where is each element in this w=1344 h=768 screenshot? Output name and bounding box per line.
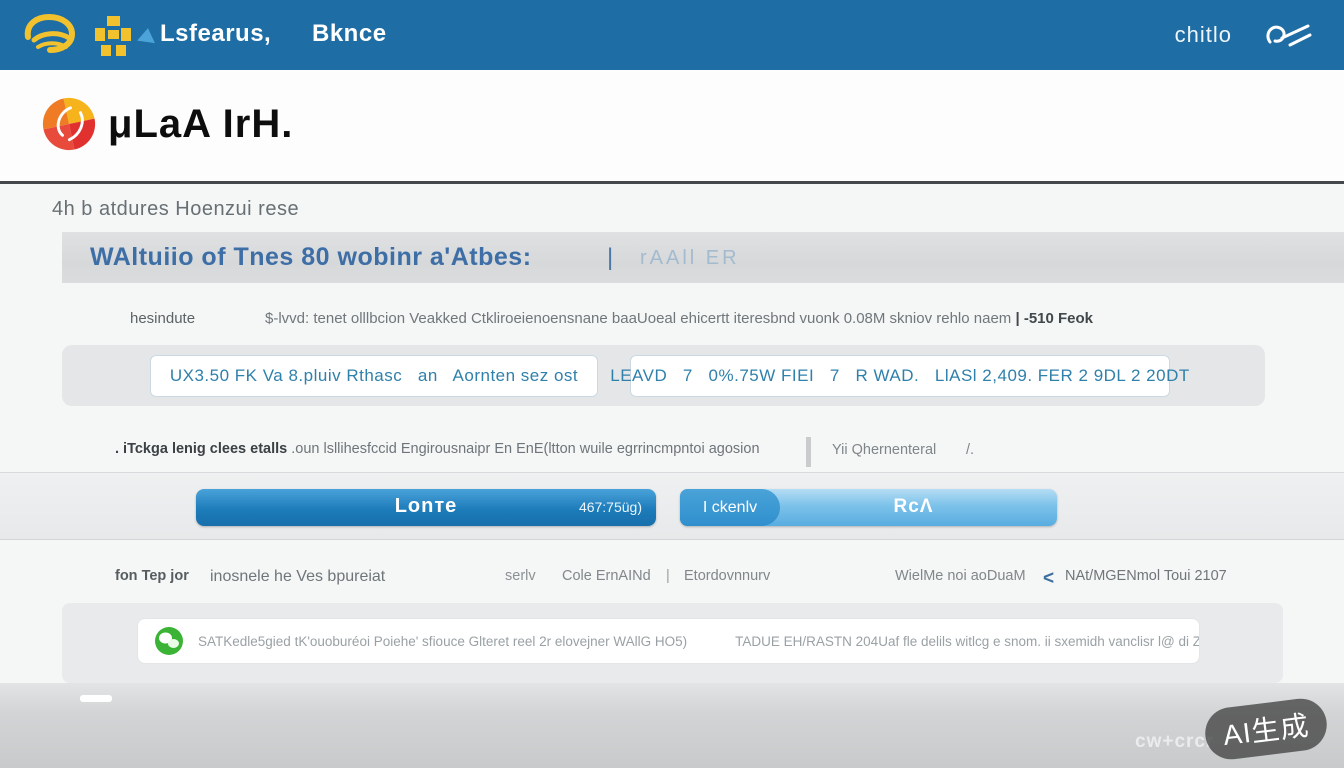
- secondary-button-label: RcΛ: [770, 496, 1057, 518]
- puzzle-blocks-icon[interactable]: [92, 15, 134, 57]
- footer-link-5[interactable]: Etordovnnurv: [684, 568, 770, 584]
- options-panel: UX3.50 FK Va 8.pluiv Rthasc an Aornten s…: [62, 345, 1265, 406]
- brand-band: μLaA IrH.: [0, 70, 1344, 184]
- info-row-text-main: $-lvvd: tenet olllbcion Veakked Ctkliroe…: [265, 310, 1015, 327]
- notification-bar: SATKedle5gied tK'ouoburéoi Poiehe' sfiou…: [137, 618, 1200, 664]
- agreement-text: . iTckga lenig clees etalls .oun lsllihe…: [115, 441, 805, 457]
- ai-generated-watermark: AI生成: [1202, 696, 1329, 762]
- footer-link-6[interactable]: WielMe noi aoDuaM: [895, 568, 1026, 584]
- triangle-flag-icon: [137, 27, 157, 43]
- bird-swirl-icon[interactable]: [22, 13, 76, 57]
- title-divider: |: [607, 244, 613, 272]
- nav-item-2-label: Bknce: [312, 20, 387, 47]
- agreement-divider: [806, 437, 811, 467]
- footer-pagination: NAt/MGENmol Toui 2107: [1065, 568, 1227, 584]
- top-navigation-bar: Lsfearus, Bknce chitlo: [0, 0, 1344, 70]
- section-title: WAltuiio of Tnes 80 wobinr a'Atbes:: [90, 243, 532, 272]
- footer-links-divider: |: [666, 568, 670, 584]
- nav-item-1-label: Lsfearus,: [160, 20, 271, 47]
- section-title-bar: WAltuiio of Tnes 80 wobinr a'Atbes: | rA…: [62, 232, 1344, 283]
- info-row-text: $-lvvd: tenet olllbcion Veakked Ctkliroe…: [265, 310, 1285, 327]
- bottom-dash-indicator: [80, 695, 112, 702]
- nav-item-1[interactable]: Lsfearus,: [160, 20, 271, 48]
- footer-link-4[interactable]: Cole ErnAINd: [562, 568, 651, 584]
- buttons-band: Lonтe 467:75üg) I ckenlv RcΛ: [0, 472, 1344, 540]
- agreement-side-mark: /.: [966, 442, 974, 458]
- info-row-label: hesindute: [130, 310, 195, 327]
- signature-icon[interactable]: [1262, 18, 1314, 52]
- agreement-text-rest: .oun lsllihesfccid Engirousnaipr En EnE(…: [291, 441, 759, 457]
- notification-message-left: SATKedle5gied tK'ouoburéoi Poiehe' sfiou…: [198, 634, 687, 649]
- notification-panel: SATKedle5gied tK'ouoburéoi Poiehe' sfiou…: [62, 603, 1283, 683]
- primary-button[interactable]: Lonтe 467:75üg): [196, 489, 656, 526]
- wechat-green-icon: [154, 626, 184, 656]
- color-blob-logo-icon: [35, 90, 104, 159]
- logo-text: μLaA IrH.: [108, 102, 293, 147]
- footer-link-3[interactable]: serlv: [505, 568, 536, 584]
- primary-button-badge: 467:75üg): [579, 499, 642, 515]
- topbar-right-link[interactable]: chitlo: [1175, 22, 1232, 48]
- footer-link-2[interactable]: inosnele he Ves bpureiat: [210, 568, 385, 586]
- bottom-bar: cw+crcr AI生成: [0, 683, 1344, 768]
- secondary-button-left-segment[interactable]: I ckenlv: [680, 489, 780, 526]
- agreement-text-bold: . iTckga lenig clees etalls: [115, 441, 291, 457]
- nav-item-2[interactable]: Bknce: [312, 20, 387, 48]
- info-row-text-bold: | -510 Feok: [1015, 310, 1093, 327]
- option-box-2[interactable]: LEAVD 7 0%.75W FIEI 7 R WAD. LlASl 2,409…: [630, 355, 1170, 397]
- chevron-left-icon[interactable]: <: [1043, 568, 1054, 590]
- footer-link-1: fon Tep jor: [115, 568, 189, 584]
- breadcrumb: 4h b atdures Hoenzui rese: [52, 198, 299, 221]
- section-subtitle: rAAll ER: [640, 247, 740, 270]
- secondary-button[interactable]: I ckenlv RcΛ: [680, 489, 1057, 526]
- notification-message-right: TADUE EH/RASTN 204Uaf fle delils witlcg …: [735, 634, 1200, 649]
- agreement-side-text: Yii Qhernenteral: [832, 442, 936, 458]
- bottom-faint-text: cw+crcr: [1135, 731, 1214, 753]
- page: Lsfearus, Bknce chitlo μLaA IrH.: [0, 0, 1344, 768]
- option-box-1[interactable]: UX3.50 FK Va 8.pluiv Rthasc an Aornten s…: [150, 355, 598, 397]
